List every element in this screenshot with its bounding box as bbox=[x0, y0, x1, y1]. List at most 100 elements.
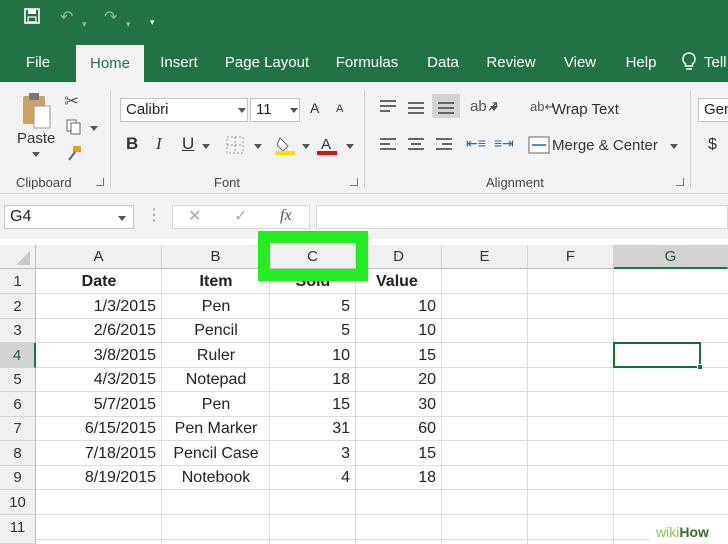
cut-icon[interactable]: ✂ bbox=[64, 92, 79, 110]
table-cell-item[interactable]: Pen bbox=[162, 393, 270, 417]
table-cell-date[interactable]: 6/15/2015 bbox=[36, 417, 162, 441]
cell-a1[interactable]: Date bbox=[36, 270, 162, 294]
row-header-1[interactable]: 1 bbox=[0, 269, 36, 294]
font-launcher-icon[interactable] bbox=[350, 178, 358, 186]
align-bottom-button[interactable] bbox=[432, 94, 460, 118]
selected-cell-g4[interactable] bbox=[613, 342, 701, 368]
underline-button[interactable]: U bbox=[182, 134, 194, 154]
customize-icon[interactable]: ▾ bbox=[150, 12, 155, 32]
borders-icon[interactable] bbox=[226, 136, 244, 159]
table-cell-value[interactable]: 10 bbox=[356, 295, 442, 319]
copy-icon[interactable] bbox=[64, 118, 84, 141]
formula-input[interactable] bbox=[316, 205, 728, 229]
table-cell-item[interactable]: Pencil Case bbox=[162, 442, 270, 466]
row-header-5[interactable]: 5 bbox=[0, 368, 36, 392]
align-right-icon[interactable] bbox=[436, 138, 452, 153]
row-header-10[interactable]: 10 bbox=[0, 490, 36, 515]
table-cell-value[interactable]: 60 bbox=[356, 417, 442, 441]
table-cell-item[interactable]: Pencil bbox=[162, 319, 270, 343]
table-cell-sold[interactable]: 4 bbox=[270, 466, 356, 490]
increase-indent-icon[interactable]: ≡⇥ bbox=[494, 134, 514, 152]
table-cell-value[interactable]: 15 bbox=[356, 442, 442, 466]
tab-page-layout[interactable]: Page Layout bbox=[218, 42, 316, 82]
font-size-dropdown-icon[interactable] bbox=[290, 108, 298, 113]
table-cell-date[interactable]: 4/3/2015 bbox=[36, 368, 162, 392]
name-box-dropdown-icon[interactable] bbox=[118, 216, 126, 221]
paste-icon[interactable] bbox=[20, 90, 52, 130]
table-cell-item[interactable]: Notepad bbox=[162, 368, 270, 392]
tab-help[interactable]: Help bbox=[616, 42, 666, 82]
grow-font-button[interactable]: A bbox=[310, 100, 319, 116]
table-cell-sold[interactable]: 31 bbox=[270, 417, 356, 441]
row-header-7[interactable]: 7 bbox=[0, 417, 36, 441]
table-cell-date[interactable]: 8/19/2015 bbox=[36, 466, 162, 490]
format-painter-icon[interactable] bbox=[64, 144, 84, 167]
table-cell-value[interactable]: 20 bbox=[356, 368, 442, 392]
table-cell-item[interactable]: Pen Marker bbox=[162, 417, 270, 441]
table-cell-sold[interactable]: 15 bbox=[270, 393, 356, 417]
row-header-9[interactable]: 9 bbox=[0, 466, 36, 490]
table-cell-item[interactable]: Notebook bbox=[162, 466, 270, 490]
number-format-box[interactable]: Gen bbox=[698, 98, 728, 122]
undo-icon[interactable]: ↶ bbox=[60, 8, 73, 28]
alignment-launcher-icon[interactable] bbox=[676, 178, 684, 186]
enter-icon[interactable]: ✓ bbox=[234, 208, 247, 226]
table-cell-value[interactable]: 18 bbox=[356, 466, 442, 490]
select-all-corner[interactable] bbox=[0, 245, 36, 269]
align-middle-icon[interactable] bbox=[408, 102, 424, 117]
cancel-icon[interactable]: ✕ bbox=[188, 208, 201, 226]
table-cell-value[interactable]: 10 bbox=[356, 319, 442, 343]
paste-button[interactable]: Paste bbox=[17, 130, 55, 147]
fill-color-icon[interactable] bbox=[274, 134, 296, 161]
table-cell-value[interactable]: 15 bbox=[356, 344, 442, 368]
orientation-dropdown-icon[interactable] bbox=[490, 106, 498, 111]
font-name-dropdown-icon[interactable] bbox=[238, 108, 246, 113]
redo-icon[interactable]: ↷ bbox=[104, 8, 117, 28]
save-icon[interactable] bbox=[24, 8, 40, 30]
copy-dropdown-icon[interactable] bbox=[90, 126, 98, 131]
align-left-icon[interactable] bbox=[380, 138, 396, 153]
table-cell-item[interactable]: Pen bbox=[162, 295, 270, 319]
column-header-e[interactable]: E bbox=[442, 245, 528, 269]
tab-home[interactable]: Home bbox=[76, 45, 144, 82]
fill-handle[interactable] bbox=[697, 364, 703, 370]
table-cell-sold[interactable]: 10 bbox=[270, 344, 356, 368]
undo-dropdown-icon[interactable]: ▾ bbox=[82, 14, 87, 34]
table-cell-item[interactable]: Ruler bbox=[162, 344, 270, 368]
row-header-11[interactable]: 11 bbox=[0, 515, 36, 544]
bold-button[interactable]: B bbox=[126, 134, 138, 154]
row-header-8[interactable]: 8 bbox=[0, 441, 36, 466]
tab-insert[interactable]: Insert bbox=[150, 42, 208, 82]
column-header-g[interactable]: G bbox=[614, 245, 728, 269]
tab-formulas[interactable]: Formulas bbox=[326, 42, 408, 82]
tab-view[interactable]: View bbox=[554, 42, 606, 82]
merge-center-dropdown-icon[interactable] bbox=[670, 144, 678, 149]
table-cell-value[interactable]: 30 bbox=[356, 393, 442, 417]
row-header-6[interactable]: 6 bbox=[0, 392, 36, 417]
column-header-a[interactable]: A bbox=[36, 245, 162, 269]
wrap-text-button[interactable]: Wrap Text bbox=[552, 101, 619, 118]
column-header-b[interactable]: B bbox=[162, 245, 270, 269]
center-icon[interactable] bbox=[408, 138, 424, 153]
table-cell-sold[interactable]: 5 bbox=[270, 295, 356, 319]
font-color-dropdown-icon[interactable] bbox=[346, 144, 354, 149]
column-header-d[interactable]: D bbox=[356, 245, 442, 269]
underline-dropdown-icon[interactable] bbox=[202, 144, 210, 149]
paste-dropdown-icon[interactable] bbox=[32, 152, 40, 157]
table-cell-sold[interactable]: 3 bbox=[270, 442, 356, 466]
currency-button[interactable]: $ bbox=[708, 136, 717, 154]
row-header-4[interactable]: 4 bbox=[0, 343, 36, 368]
table-cell-date[interactable]: 1/3/2015 bbox=[36, 295, 162, 319]
table-cell-sold[interactable]: 18 bbox=[270, 368, 356, 392]
fill-color-dropdown-icon[interactable] bbox=[302, 144, 310, 149]
align-top-icon[interactable] bbox=[380, 100, 396, 115]
name-box[interactable]: G4 bbox=[4, 205, 134, 229]
decrease-indent-icon[interactable]: ⇤≡ bbox=[466, 134, 486, 152]
font-name-box[interactable]: Calibri bbox=[120, 98, 248, 122]
table-cell-sold[interactable]: 5 bbox=[270, 319, 356, 343]
redo-dropdown-icon[interactable]: ▾ bbox=[126, 14, 131, 34]
table-cell-date[interactable]: 7/18/2015 bbox=[36, 442, 162, 466]
borders-dropdown-icon[interactable] bbox=[254, 144, 262, 149]
column-header-f[interactable]: F bbox=[528, 245, 614, 269]
tab-data[interactable]: Data bbox=[418, 42, 468, 82]
